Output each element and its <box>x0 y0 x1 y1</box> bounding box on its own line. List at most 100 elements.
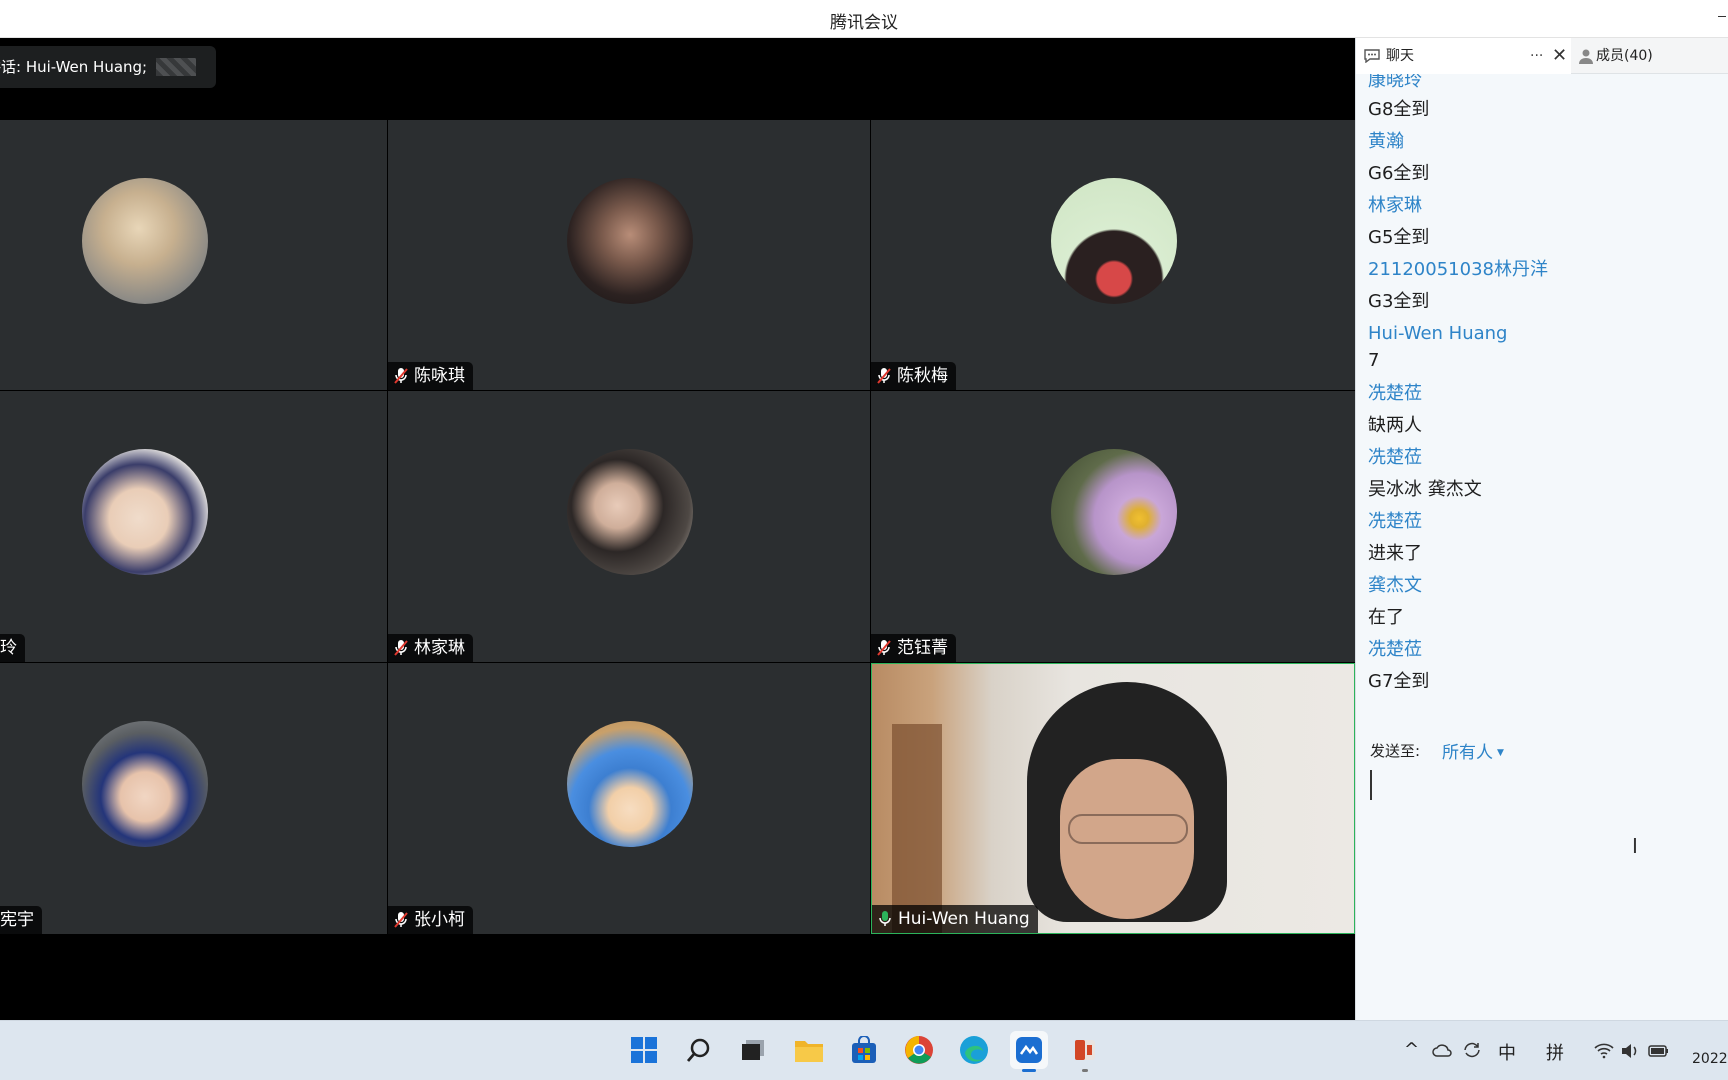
mic-muted-icon <box>394 640 408 656</box>
taskbar: ^ 中 拼 2022 <box>0 1020 1728 1080</box>
store-bag-icon <box>852 1036 876 1063</box>
message-sender[interactable]: 21120051038林丹洋 <box>1368 254 1723 286</box>
participant-nametag: 宪宇 <box>0 906 42 934</box>
participant-avatar <box>1051 449 1177 575</box>
chevron-up-icon[interactable]: ^ <box>1404 1039 1419 1060</box>
chat-message: 冼楚莅 进来了 <box>1368 506 1723 570</box>
message-sender[interactable]: 康晓玲 <box>1368 74 1723 94</box>
task-view-icon <box>742 1040 764 1060</box>
windows-logo-icon <box>631 1037 657 1063</box>
chat-message: 冼楚莅 吴冰冰 龚杰文 <box>1368 442 1723 506</box>
video-tile[interactable]: 玲 <box>0 391 387 662</box>
title-bar: 腾讯会议 <box>0 0 1728 38</box>
chat-input[interactable] <box>1364 762 1725 1016</box>
ime-method-indicator[interactable]: 拼 <box>1546 1039 1564 1065</box>
file-explorer-button[interactable] <box>790 1031 828 1069</box>
wifi-icon[interactable] <box>1594 1043 1614 1059</box>
participant-nametag: 林家琳 <box>388 634 473 662</box>
clock[interactable]: 2022 <box>1692 1051 1728 1067</box>
message-sender[interactable]: 冼楚莅 <box>1368 442 1723 474</box>
task-view-button[interactable] <box>734 1031 772 1069</box>
participant-name: 宪宇 <box>0 910 34 930</box>
edge-button[interactable] <box>955 1031 993 1069</box>
message-sender[interactable]: 龚杰文 <box>1368 570 1723 602</box>
tab-chat[interactable]: 聊天 ··· ✕ <box>1356 38 1571 74</box>
video-tile[interactable] <box>0 120 387 390</box>
video-tile[interactable]: 陈咏琪 <box>388 120 870 390</box>
more-options-icon[interactable]: ··· <box>1530 38 1543 74</box>
message-sender[interactable]: 冼楚莅 <box>1368 634 1723 666</box>
video-area: 讲话: Hui-Wen Huang; 陈咏琪 陈秋梅 玲 林家琳 范钰菁 宪宇 … <box>0 38 1355 1020</box>
chat-message: 冼楚莅 缺两人 <box>1368 378 1723 442</box>
chat-message: 21120051038林丹洋 G3全到 <box>1368 254 1723 318</box>
powerpoint-button[interactable] <box>1066 1031 1104 1072</box>
participant-avatar <box>82 721 208 847</box>
chrome-icon <box>905 1036 933 1064</box>
chevron-down-icon: ▼ <box>1497 748 1504 758</box>
minimize-button[interactable] <box>1718 16 1726 17</box>
video-grid: 陈咏琪 陈秋梅 玲 林家琳 范钰菁 宪宇 张小柯 Hui-Wen Huang <box>0 120 1355 936</box>
running-app-indicator <box>1082 1069 1088 1072</box>
blurred-names <box>156 58 196 76</box>
video-tile-active-speaker[interactable]: Hui-Wen Huang <box>871 663 1355 934</box>
video-tile[interactable]: 张小柯 <box>388 663 870 934</box>
send-to-dropdown[interactable]: 所有人 ▼ <box>1442 738 1504 763</box>
message-text: G5全到 <box>1368 227 1430 248</box>
message-sender[interactable]: 黄瀚 <box>1368 126 1723 158</box>
message-text: G3全到 <box>1368 291 1430 312</box>
mic-muted-icon <box>394 368 408 384</box>
video-tile[interactable]: 范钰菁 <box>871 391 1355 662</box>
start-button[interactable] <box>625 1031 663 1069</box>
camera-feed <box>872 664 1354 933</box>
battery-icon[interactable] <box>1648 1043 1670 1059</box>
participant-name: 玲 <box>0 638 17 658</box>
video-tile[interactable]: 林家琳 <box>388 391 870 662</box>
message-text: G8全到 <box>1368 99 1430 120</box>
participant-avatar <box>567 721 693 847</box>
sync-icon[interactable] <box>1462 1041 1482 1059</box>
message-sender[interactable]: 冼楚莅 <box>1368 378 1723 410</box>
send-to-label: 发送至: <box>1370 742 1421 760</box>
tencent-meeting-icon <box>1016 1037 1042 1063</box>
slides-icon <box>1075 1040 1095 1060</box>
speaking-label: 讲话: Hui-Wen Huang; <box>0 58 148 76</box>
video-tile[interactable]: 宪宇 <box>0 663 387 934</box>
participant-name: 范钰菁 <box>897 638 948 658</box>
participant-nametag: 范钰菁 <box>871 634 956 662</box>
chat-message-list[interactable]: 康晓玲 G8全到 黄瀚 G6全到 林家琳 G5全到 21120051038林丹洋… <box>1368 74 1723 724</box>
chat-message: 康晓玲 G8全到 <box>1368 74 1723 126</box>
message-text: 7 <box>1368 350 1380 371</box>
mic-muted-icon <box>394 912 408 928</box>
participant-avatar <box>1051 178 1177 304</box>
chrome-button[interactable] <box>900 1031 938 1069</box>
message-text: 缺两人 <box>1368 415 1422 436</box>
participant-nametag: 陈秋梅 <box>871 362 956 390</box>
tab-chat-label: 聊天 <box>1386 48 1414 64</box>
mic-muted-icon <box>877 640 891 656</box>
text-caret <box>1370 770 1372 800</box>
tencent-meeting-button[interactable] <box>1010 1031 1048 1072</box>
text-cursor-icon: I <box>1632 834 1638 858</box>
close-icon[interactable]: ✕ <box>1552 38 1567 74</box>
participant-name: 陈咏琪 <box>414 366 465 386</box>
participant-avatar <box>82 449 208 575</box>
search-button[interactable] <box>680 1031 718 1069</box>
store-button[interactable] <box>845 1031 883 1069</box>
chat-panel: 聊天 ··· ✕ 成员(40) 康晓玲 G8全到 黄瀚 G6全到 林家琳 G5全… <box>1355 38 1728 1020</box>
message-sender[interactable]: Hui-Wen Huang <box>1368 318 1723 350</box>
participant-nametag: 陈咏琪 <box>388 362 473 390</box>
participant-name: 张小柯 <box>414 910 465 930</box>
video-tile[interactable]: 陈秋梅 <box>871 120 1355 390</box>
participant-name: 陈秋梅 <box>897 366 948 386</box>
folder-icon <box>795 1041 823 1062</box>
ime-mode-indicator[interactable]: 中 <box>1498 1039 1516 1065</box>
message-sender[interactable]: 林家琳 <box>1368 190 1723 222</box>
volume-icon[interactable] <box>1620 1043 1640 1059</box>
edge-icon <box>960 1036 988 1064</box>
speaking-indicator: 讲话: Hui-Wen Huang; <box>0 46 216 88</box>
cloud-icon[interactable] <box>1432 1043 1452 1057</box>
message-sender[interactable]: 冼楚莅 <box>1368 506 1723 538</box>
tab-members[interactable]: 成员(40) <box>1572 38 1728 74</box>
participant-nametag: 张小柯 <box>388 906 473 934</box>
participant-nametag: Hui-Wen Huang <box>872 905 1038 933</box>
